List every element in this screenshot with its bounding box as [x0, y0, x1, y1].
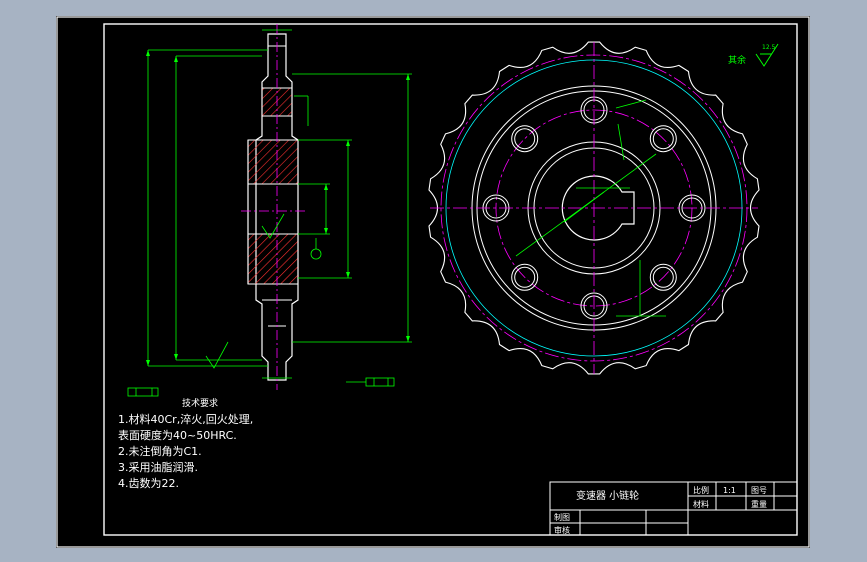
note-line-2: 表面硬度为40~50HRC. — [118, 429, 237, 442]
material-label: 材料 — [693, 499, 709, 509]
note-line-3: 2.未注倒角为C1. — [118, 445, 202, 458]
roughness-label: 其余 — [728, 54, 746, 66]
scale-value: 1:1 — [723, 486, 736, 495]
weight-label: 重量 — [751, 499, 767, 509]
sprocket-front-view — [428, 41, 760, 375]
roughness-symbol: 其余 12.5 — [728, 43, 779, 67]
section-view — [127, 24, 412, 397]
note-line-1: 1.材料40Cr,淬火,回火处理, — [118, 413, 254, 426]
bolt-hole — [511, 125, 539, 153]
check-label: 审核 — [554, 525, 570, 535]
bolt-hole — [514, 128, 536, 150]
note-line-4: 3.采用油脂润滑. — [118, 461, 198, 474]
technical-requirements: 技术要求 1.材料40Cr,淬火,回火处理, 表面硬度为40~50HRC. 2.… — [118, 396, 378, 492]
notes-heading: 技术要求 — [182, 399, 219, 409]
draw-label: 制图 — [554, 512, 570, 522]
note-line-5: 4.齿数为22. — [118, 477, 179, 490]
scale-label: 比例 — [693, 485, 709, 495]
roughness-value: 12.5 — [762, 44, 776, 51]
drawing-title: 变速器 小链轮 — [576, 489, 639, 502]
sheet-label: 图号 — [751, 486, 767, 495]
